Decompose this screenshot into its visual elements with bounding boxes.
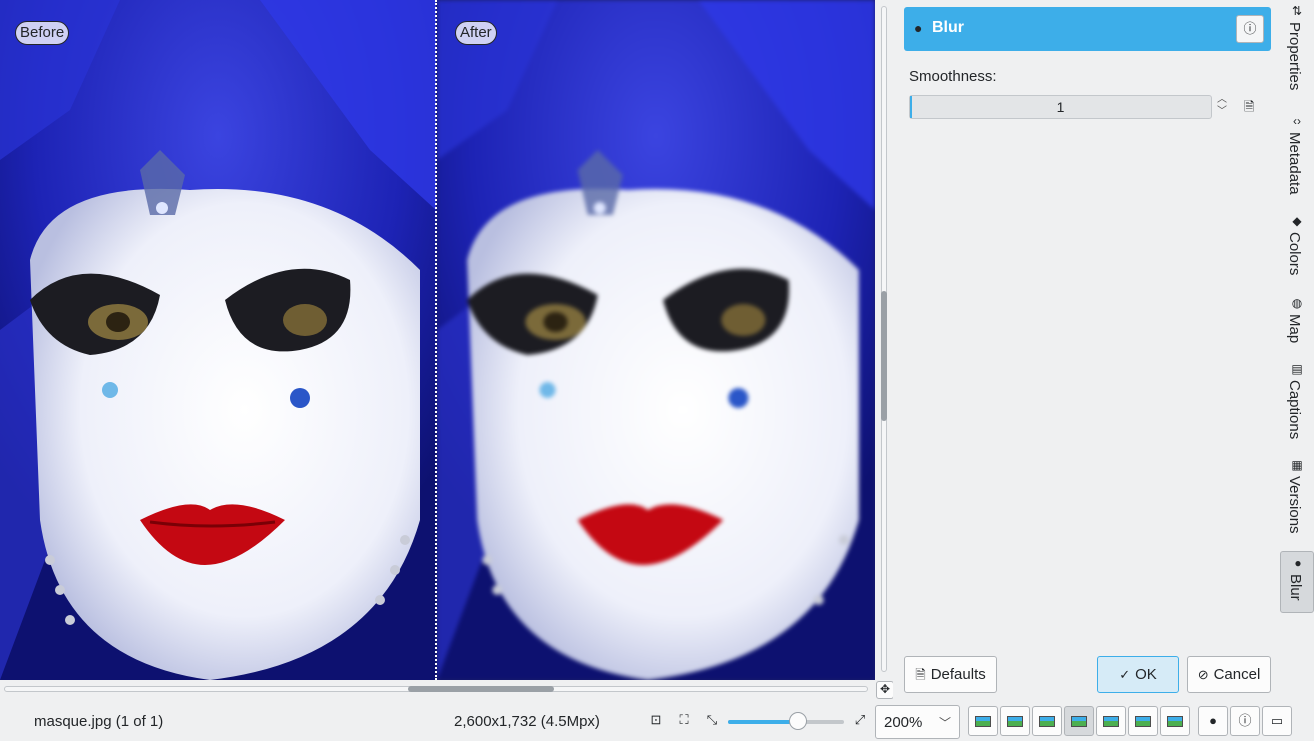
defaults-button-label: Defaults	[930, 666, 986, 683]
before-label: Before	[15, 21, 70, 45]
tab-captions-label: Captions	[1286, 380, 1303, 440]
versions-icon: ▦	[1291, 458, 1303, 472]
tool-info-button[interactable]: ⓘ	[1236, 15, 1264, 43]
chevron-down-icon[interactable]: ﹀	[1215, 106, 1229, 118]
tab-versions[interactable]: ▦ Versions	[1280, 454, 1314, 548]
view-original-button[interactable]	[968, 706, 998, 736]
smoothness-slider[interactable]: 1	[909, 95, 1212, 119]
tab-colors-label: Colors	[1286, 232, 1303, 276]
chevron-up-icon[interactable]: ︿	[1215, 94, 1229, 106]
tab-colors[interactable]: ◆ Colors	[1280, 210, 1314, 290]
fit-selection-icon[interactable]: ⤡	[704, 712, 720, 728]
zoom-slider[interactable]	[728, 712, 844, 730]
after-image-pane[interactable]	[437, 0, 875, 680]
image-dimensions-status: 2,600x1,732 (4.5Mpx)	[454, 713, 600, 730]
split-horizontal-icon	[1039, 716, 1055, 727]
split-vertical-icon	[1007, 716, 1023, 727]
info-filled-icon: ●	[1209, 713, 1217, 728]
sliders-icon: ⇅	[1291, 4, 1303, 18]
duplicate-horizontal-icon	[1135, 716, 1151, 727]
smoothness-stepper[interactable]: ︿ ﹀	[1215, 94, 1229, 120]
tab-blur-label: Blur	[1287, 574, 1304, 601]
chevron-down-icon: ﹀	[938, 716, 951, 730]
mask-photo-before	[0, 0, 436, 680]
view-duplicate-horizontal-button[interactable]	[1128, 706, 1158, 736]
color-managed-view-button[interactable]: ▭	[1262, 706, 1292, 736]
view-split-horizontal-button[interactable]	[1032, 706, 1062, 736]
info-icon: ⓘ	[1238, 713, 1252, 728]
navigate-icon[interactable]: ✥	[876, 681, 894, 699]
horizontal-scroll-thumb[interactable]	[408, 686, 554, 692]
zoom-slider-handle[interactable]	[788, 712, 807, 730]
code-icon: ‹›	[1293, 114, 1301, 128]
zoom-to-100-icon[interactable]: ⊡	[648, 712, 664, 728]
side-by-side-icon	[1071, 716, 1087, 727]
check-icon: ✓	[1119, 667, 1131, 682]
tab-metadata-label: Metadata	[1286, 132, 1303, 195]
overexposure-button[interactable]: ⓘ	[1230, 706, 1260, 736]
tool-header: ● Blur ⓘ	[904, 7, 1271, 51]
ok-button-label: OK	[1135, 666, 1157, 683]
tab-blur[interactable]: ● Blur	[1280, 551, 1314, 613]
tab-map[interactable]: ◍ Map	[1280, 292, 1314, 356]
tab-versions-label: Versions	[1286, 476, 1303, 534]
document-icon: 🗎	[915, 667, 926, 682]
document-icon: ▤	[1291, 362, 1303, 376]
reset-document-icon[interactable]: 🗎	[1244, 98, 1254, 120]
image-icon	[975, 716, 991, 727]
status-bar: masque.jpg (1 of 1) 2,600x1,732 (4.5Mpx)…	[0, 700, 1314, 741]
duplicate-vertical-icon	[1103, 716, 1119, 727]
smoothness-value: 1	[1056, 99, 1065, 115]
ok-button[interactable]: ✓ OK	[1097, 656, 1179, 693]
horizontal-scrollbar[interactable]	[0, 681, 875, 697]
drop-icon: ●	[1294, 556, 1302, 570]
zoom-slider-fill	[728, 720, 798, 724]
preview-icon	[1167, 716, 1183, 727]
smoothness-label: Smoothness:	[909, 68, 997, 85]
defaults-button[interactable]: 🗎 Defaults	[904, 656, 997, 693]
zoom-fit-icon[interactable]: ⤢	[852, 712, 868, 728]
tab-properties-label: Properties	[1286, 22, 1303, 91]
tab-metadata[interactable]: ‹› Metadata	[1280, 110, 1314, 210]
view-side-by-side-button[interactable]	[1064, 706, 1094, 736]
fit-window-icon[interactable]: ⛶	[676, 712, 692, 728]
split-divider[interactable]	[435, 0, 437, 680]
vertical-scrollbar[interactable]	[876, 0, 892, 680]
view-preview-button[interactable]	[1160, 706, 1190, 736]
view-split-vertical-button[interactable]	[1000, 706, 1030, 736]
cancel-icon: ⊘	[1197, 667, 1209, 682]
paint-bucket-icon: ◆	[1292, 214, 1302, 228]
cancel-button-label: Cancel	[1213, 666, 1261, 683]
mask-photo-after	[437, 0, 875, 680]
tab-map-label: Map	[1286, 314, 1303, 344]
tool-settings-panel: ● Blur ⓘ Smoothness: 1 ︿ ﹀ 🗎 🗎 Defaults ✓…	[893, 0, 1279, 700]
image-preview-canvas[interactable]: Before After	[0, 0, 875, 680]
sidebar-tab-strip: ⇅ Properties ‹› Metadata ◆ Colors ◍ Map …	[1280, 0, 1314, 700]
tool-title: Blur	[932, 19, 964, 36]
zoom-level-select[interactable]: 200% ﹀	[875, 705, 960, 739]
after-label: After	[455, 21, 497, 45]
before-image-pane[interactable]	[0, 0, 436, 680]
drop-icon: ●	[914, 20, 923, 36]
vertical-scroll-thumb[interactable]	[881, 291, 887, 421]
view-duplicate-vertical-button[interactable]	[1096, 706, 1126, 736]
monitor-icon: ▭	[1270, 713, 1284, 728]
file-name-status: masque.jpg (1 of 1)	[34, 713, 164, 730]
tab-captions[interactable]: ▤ Captions	[1280, 358, 1314, 452]
zoom-level-value: 200%	[884, 714, 923, 731]
underexposure-button[interactable]: ●	[1198, 706, 1228, 736]
tab-properties[interactable]: ⇅ Properties	[1280, 0, 1314, 110]
globe-icon: ◍	[1291, 296, 1303, 310]
cancel-button[interactable]: ⊘ Cancel	[1187, 656, 1271, 693]
